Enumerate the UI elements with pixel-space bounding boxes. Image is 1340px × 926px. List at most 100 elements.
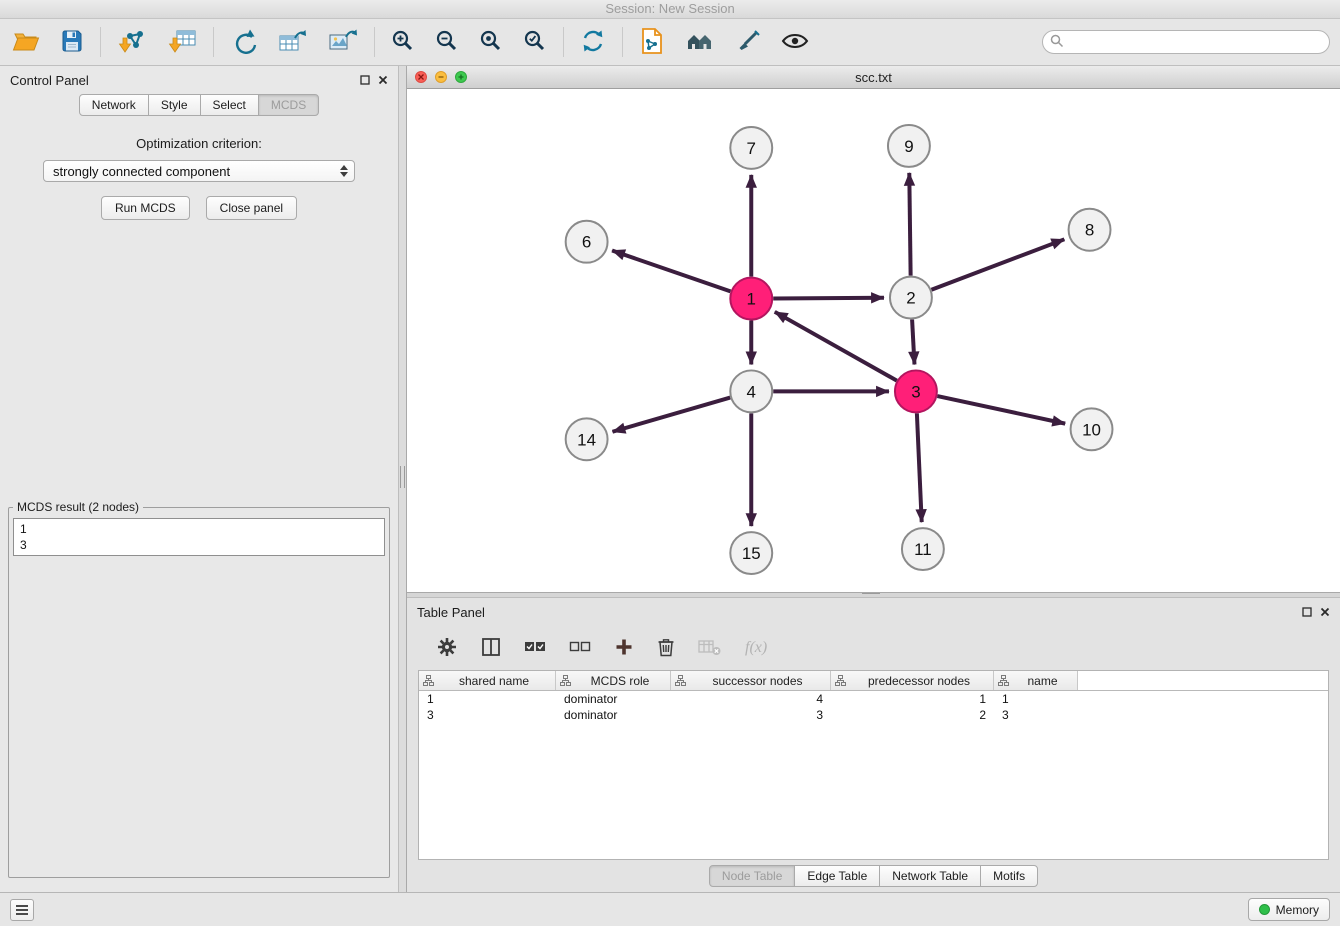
zoom-out-button[interactable] — [433, 27, 461, 58]
graph-node-8[interactable]: 8 — [1069, 209, 1111, 251]
tab-select[interactable]: Select — [200, 94, 259, 116]
graph-edge-1-6[interactable] — [612, 251, 730, 292]
graph-edge-3-10[interactable] — [937, 396, 1065, 424]
toolbar-search-input[interactable] — [1042, 30, 1330, 54]
graph-node-10[interactable]: 10 — [1071, 408, 1113, 450]
graph-edge-2-9[interactable] — [909, 173, 910, 276]
import-table-button[interactable] — [165, 26, 199, 59]
memory-button[interactable]: Memory — [1248, 898, 1330, 921]
save-session-button[interactable] — [58, 27, 86, 58]
table-tab-edge-table[interactable]: Edge Table — [794, 865, 880, 887]
network-view-titlebar[interactable]: scc.txt — [407, 66, 1340, 89]
import-network-icon — [117, 28, 147, 57]
zoom-selected-button[interactable] — [521, 27, 549, 58]
graph-node-11[interactable]: 11 — [902, 528, 944, 570]
tab-style[interactable]: Style — [148, 94, 201, 116]
function-builder-button[interactable]: f(x) — [743, 637, 769, 659]
column-header-shared-name[interactable]: shared name — [419, 671, 556, 690]
save-disk-icon — [60, 29, 84, 56]
graph-node-14[interactable]: 14 — [566, 418, 608, 460]
delete-column-button[interactable] — [655, 635, 677, 662]
deselect-all-button[interactable] — [567, 636, 593, 661]
close-panel-icon[interactable] — [378, 75, 388, 85]
network-canvas[interactable]: 7 9 6 8 1 2 4 3 14 10 15 11 — [407, 89, 1340, 592]
memory-status-icon — [1259, 904, 1270, 915]
graph-node-15[interactable]: 15 — [730, 532, 772, 574]
open-session-button[interactable] — [10, 27, 42, 58]
zoom-in-button[interactable] — [389, 27, 417, 58]
home-button[interactable] — [683, 27, 717, 58]
table-tab-motifs[interactable]: Motifs — [980, 865, 1038, 887]
float-panel-icon[interactable] — [360, 75, 370, 85]
show-hide-button[interactable] — [779, 29, 811, 56]
float-table-panel-icon[interactable] — [1302, 607, 1312, 617]
column-header-successor-nodes[interactable]: successor nodes — [671, 671, 831, 690]
tab-mcds[interactable]: MCDS — [258, 94, 319, 116]
select-all-button[interactable] — [522, 636, 548, 661]
zoom-fit-button[interactable] — [477, 27, 505, 58]
column-header-predecessor-nodes[interactable]: predecessor nodes — [831, 671, 994, 690]
graph-edge-3-1[interactable] — [775, 312, 897, 381]
checked-boxes-icon — [524, 638, 546, 659]
tab-network[interactable]: Network — [79, 94, 149, 116]
graph-edge-1-2[interactable] — [773, 298, 884, 299]
table-cell: 3 — [419, 708, 556, 722]
graph-edge-4-14[interactable] — [612, 398, 730, 432]
zoom-in-icon — [391, 29, 415, 56]
run-mcds-button[interactable]: Run MCDS — [101, 196, 190, 220]
paint-style-button[interactable] — [733, 27, 763, 58]
svg-text:4: 4 — [747, 382, 756, 401]
graph-edge-2-8[interactable] — [931, 239, 1064, 289]
mcds-result-list[interactable]: 1 3 — [13, 518, 385, 556]
table-cell: 3 — [671, 708, 831, 722]
zoom-selected-icon — [523, 29, 547, 56]
panel-control-button[interactable] — [10, 899, 34, 921]
graph-node-1[interactable]: 1 — [730, 278, 772, 320]
graph-edge-3-11[interactable] — [917, 413, 922, 522]
graph-edge-2-3[interactable] — [912, 320, 914, 365]
table-panel-title: Table Panel — [417, 605, 485, 620]
optimization-criterion-select[interactable]: strongly connected component — [43, 160, 355, 182]
table-body[interactable]: 1dominator4113dominator323 — [419, 691, 1328, 859]
network-view-window: scc.txt 7 9 6 8 1 2 4 3 14 10 15 11 — [407, 66, 1340, 592]
export-table-button[interactable] — [276, 26, 310, 59]
close-window-button[interactable] — [415, 71, 427, 83]
table-row[interactable]: 1dominator411 — [419, 691, 1328, 707]
close-panel-button[interactable]: Close panel — [206, 196, 297, 220]
svg-text:15: 15 — [742, 544, 761, 563]
maximize-window-button[interactable] — [455, 71, 467, 83]
column-header-mcds-role[interactable]: MCDS role — [556, 671, 671, 690]
table-tab-node-table[interactable]: Node Table — [709, 865, 796, 887]
graph-node-6[interactable]: 6 — [566, 221, 608, 263]
table-tab-network-table[interactable]: Network Table — [879, 865, 981, 887]
export-image-button[interactable] — [326, 26, 360, 59]
svg-text:7: 7 — [747, 139, 756, 158]
delete-table-button[interactable] — [696, 636, 724, 661]
gear-icon — [436, 636, 458, 661]
graph-node-9[interactable]: 9 — [888, 125, 930, 167]
graph-node-7[interactable]: 7 — [730, 127, 772, 169]
graph-node-2[interactable]: 2 — [890, 277, 932, 319]
toolbar-separator — [374, 27, 375, 57]
table-row[interactable]: 3dominator323 — [419, 707, 1328, 723]
refresh-button[interactable] — [578, 26, 608, 59]
network-graph[interactable]: 7 9 6 8 1 2 4 3 14 10 15 11 — [407, 89, 1340, 592]
table-settings-button[interactable] — [434, 634, 460, 663]
table-panel: Table Panel — [407, 598, 1340, 892]
new-network-from-selection-button[interactable] — [637, 25, 667, 60]
column-header-name[interactable]: name — [994, 671, 1078, 690]
table-toolbar: f(x) — [407, 626, 1340, 670]
graph-node-4[interactable]: 4 — [730, 370, 772, 412]
mcds-result-group: MCDS result (2 nodes) 1 3 — [8, 500, 390, 878]
graph-node-3[interactable]: 3 — [895, 370, 937, 412]
add-column-button[interactable] — [612, 635, 636, 662]
close-table-panel-icon[interactable] — [1320, 607, 1330, 617]
new-network-button[interactable] — [228, 26, 260, 59]
table-cell: 1 — [831, 692, 994, 706]
show-columns-button[interactable] — [479, 635, 503, 662]
minimize-window-button[interactable] — [435, 71, 447, 83]
table-header-row: shared nameMCDS rolesuccessor nodesprede… — [419, 671, 1328, 691]
vertical-splitter[interactable] — [398, 66, 407, 892]
horizontal-splitter[interactable] — [407, 592, 1340, 598]
import-network-button[interactable] — [115, 26, 149, 59]
